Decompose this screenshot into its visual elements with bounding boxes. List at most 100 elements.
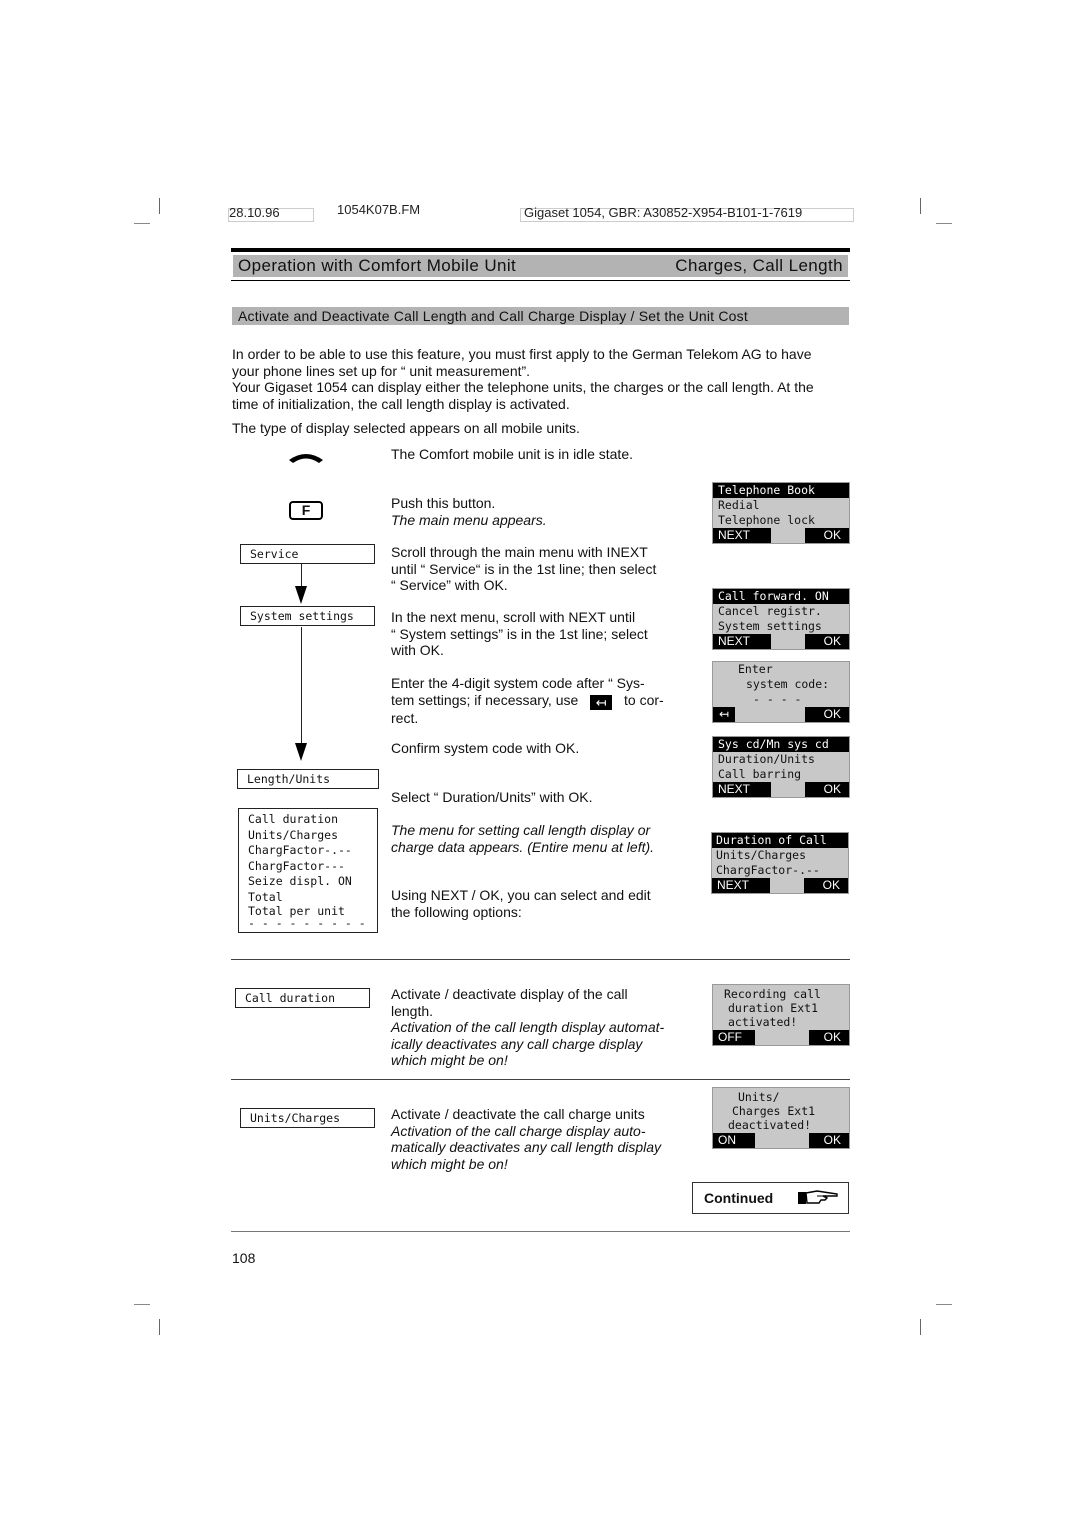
softkey-backspace: ↤ — [713, 707, 735, 722]
menu-item: ChargFactor--- — [248, 858, 345, 873]
intro-line: Your Gigaset 1054 can display either the… — [232, 379, 814, 395]
backspace-icon: ↤ — [590, 694, 613, 710]
intro-line: In order to be able to use this feature,… — [232, 346, 812, 362]
intro-line: time of initialization, the call length … — [232, 395, 570, 412]
softkey-ok: OK — [809, 1133, 849, 1148]
step-menu-appears: The menu for setting call length display… — [391, 822, 691, 855]
header-product-ref: Gigaset 1054, GBR: A30852-X954-B101-1-76… — [524, 205, 803, 220]
step-push: Push this button. The main menu appears. — [391, 495, 691, 528]
step-line: “ Service” with OK. — [391, 577, 508, 593]
display-units-msg: Units/ Charges Ext1 deactivated! ON OK — [712, 1087, 850, 1149]
menu-item: Units/Charges — [248, 827, 339, 842]
menu-item: Total — [248, 889, 283, 904]
flow-service: Service — [240, 544, 375, 564]
display-line: Call forward. ON — [713, 589, 849, 604]
softkey-ok: OK — [805, 707, 849, 722]
display-line: Units/Charges — [716, 848, 807, 862]
display-line: Recording call — [724, 987, 821, 1001]
step-line: Scroll through the main menu with INEXT — [391, 544, 648, 560]
crop-mark — [936, 1304, 952, 1305]
display-line: Charges Ext1 — [732, 1104, 816, 1118]
display-line: duration Ext1 — [728, 1001, 819, 1015]
menu-item: Seize displ. ON — [248, 874, 352, 888]
option-line: matically deactivates any call length di… — [391, 1139, 662, 1155]
step-scroll: Scroll through the main menu with INEXT … — [391, 544, 691, 594]
display-duration-menu: Duration of Call Units/Charges ChargFact… — [711, 832, 849, 894]
crop-mark — [936, 223, 952, 224]
flow-arrow-line — [301, 564, 302, 586]
display-main-menu: Telephone Book Redial Telephone lock NEX… — [712, 482, 850, 544]
arrow-down-icon — [295, 743, 307, 761]
step-line: Enter the 4-digit system code after “ Sy… — [391, 675, 645, 691]
softkey-ok: OK — [809, 1030, 849, 1045]
display-service-menu: Call forward. ON Cancel registr. System … — [712, 588, 850, 650]
option-line: Activation of the call length display au… — [391, 1019, 665, 1035]
display-line: Redial — [718, 498, 760, 512]
option-units-charges-label: Units/Charges — [240, 1108, 375, 1128]
softkey-on: ON — [713, 1133, 755, 1148]
display-line: ChargFactor-.-- — [716, 863, 820, 877]
display-line: Cancel registr. — [718, 604, 822, 618]
step-line: with OK. — [391, 642, 444, 658]
display-line: System settings — [718, 619, 822, 633]
display-line: deactivated! — [728, 1118, 812, 1132]
intro-paragraph-3: The type of display selected appears on … — [232, 420, 580, 436]
step-text: tem settings; if necessary, use — [391, 691, 579, 708]
display-line: Units/ — [738, 1090, 780, 1104]
display-line: system code: — [746, 677, 830, 691]
header-date: 28.10.96 — [229, 205, 280, 220]
header-filename: 1054K07B.FM — [337, 202, 421, 217]
intro-paragraph-1: In order to be able to use this feature,… — [232, 346, 852, 412]
step-line: In the next menu, scroll with NEXT until — [391, 609, 636, 625]
menu-item: ChargFactor-.-- — [248, 843, 352, 857]
crop-mark — [159, 198, 160, 214]
full-menu-list: Call duration Units/Charges ChargFactor-… — [238, 808, 378, 933]
option-line: Activate / deactivate the call charge un… — [391, 1106, 645, 1122]
flow-system-settings: System settings — [240, 606, 375, 626]
display-call-duration-msg: Recording call duration Ext1 activated! … — [712, 984, 850, 1046]
title-bar: Operation with Comfort Mobile Unit Charg… — [233, 255, 848, 277]
arrow-down-icon — [295, 586, 307, 604]
step-line: charge data appears. (Entire menu at lef… — [391, 838, 655, 855]
page-number: 108 — [232, 1250, 256, 1266]
option-call-duration-text: Activate / deactivate display of the cal… — [391, 986, 691, 1069]
title-rule-top — [231, 248, 850, 252]
display-line: activated! — [728, 1015, 798, 1029]
separator — [231, 959, 850, 960]
footer-rule — [231, 1231, 850, 1232]
display-line: - - - - — [753, 692, 802, 706]
flow-length-units: Length/Units — [237, 769, 379, 789]
step-line: the following options: — [391, 903, 522, 920]
step-line: tem settings; if necessary, use ↤ to cor… — [391, 692, 691, 710]
intro-line: your phone lines set up for “ unit measu… — [232, 362, 531, 379]
display-line: Telephone Book — [713, 483, 849, 498]
display-line: Telephone lock — [718, 513, 815, 527]
flow-arrow-line — [301, 627, 302, 743]
handset-icon — [287, 450, 325, 469]
display-line: Enter — [738, 662, 773, 676]
step-line: The main menu appears. — [391, 511, 547, 528]
step-line: The menu for setting call length display… — [391, 822, 651, 838]
section-heading: Activate and Deactivate Call Length and … — [232, 307, 849, 325]
menu-item: - - - - - - - - - — [248, 915, 366, 930]
display-system-menu: Sys cd/Mn sys cd Duration/Units Call bar… — [712, 736, 850, 798]
step-line: rect. — [391, 709, 419, 726]
softkey-ok: OK — [805, 634, 849, 649]
topic-title: Charges, Call Length — [675, 256, 843, 275]
menu-item: Call duration — [248, 812, 339, 826]
crop-mark — [134, 1304, 150, 1305]
separator — [231, 1079, 850, 1080]
display-line: Duration of Call — [712, 833, 848, 848]
crop-mark — [134, 223, 150, 224]
pointing-hand-icon — [797, 1188, 841, 1209]
display-line: Duration/Units — [718, 752, 815, 766]
softkey-ok: OK — [805, 782, 849, 797]
step-using: Using NEXT / OK, you can select and edit… — [391, 887, 691, 920]
softkey-next: NEXT — [713, 528, 771, 543]
step-line: until “ Service“ is in the 1st line; the… — [391, 560, 657, 577]
f-key-icon: F — [289, 501, 323, 520]
softkey-ok: OK — [805, 528, 849, 543]
softkey-next: NEXT — [713, 782, 771, 797]
option-line: Activation of the call charge display au… — [391, 1122, 646, 1139]
display-line: Sys cd/Mn sys cd — [713, 737, 849, 752]
